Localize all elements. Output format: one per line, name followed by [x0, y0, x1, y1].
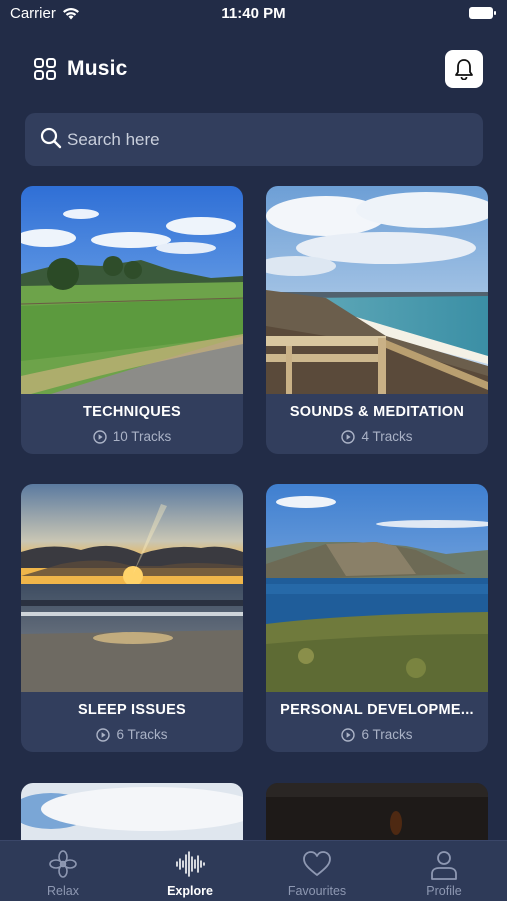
clock: 11:40 PM — [221, 5, 286, 22]
category-image — [266, 484, 488, 692]
track-count-label: 6 Tracks — [361, 727, 413, 742]
tab-label: Relax — [47, 884, 79, 898]
search-bar[interactable] — [25, 113, 483, 166]
card-track-count: 4 Tracks — [266, 429, 488, 444]
tab-profile[interactable]: Profile — [381, 841, 507, 901]
category-card-partial[interactable] — [266, 783, 488, 840]
card-track-count: 6 Tracks — [266, 727, 488, 742]
play-circle-icon — [93, 429, 107, 444]
tab-favourites[interactable]: Favourites — [254, 841, 380, 901]
card-title: SOUNDS & MEDITATION — [289, 404, 465, 420]
card-title: PERSONAL DEVELOPME... — [280, 702, 474, 718]
play-circle-icon — [341, 429, 356, 444]
category-card-partial[interactable] — [21, 783, 243, 840]
bell-icon — [455, 59, 473, 80]
category-card-techniques[interactable]: TECHNIQUES 10 Tracks — [21, 186, 243, 454]
grid-menu-icon[interactable] — [34, 58, 56, 80]
card-title: SLEEP ISSUES — [77, 702, 187, 718]
category-card-personal-development[interactable]: PERSONAL DEVELOPME... 6 Tracks — [266, 484, 488, 752]
category-image — [266, 186, 488, 394]
track-count-label: 6 Tracks — [116, 727, 168, 742]
play-circle-icon — [96, 727, 111, 742]
tab-relax[interactable]: Relax — [0, 841, 126, 901]
header: Music — [0, 48, 507, 92]
card-track-count: 10 Tracks — [21, 429, 243, 444]
page-title: Music — [67, 57, 128, 80]
battery-icon — [469, 7, 496, 19]
tab-label: Profile — [426, 884, 462, 898]
category-image — [266, 783, 488, 840]
tab-label: Explore — [167, 884, 213, 898]
category-image — [21, 484, 243, 692]
track-count-label: 4 Tracks — [361, 429, 413, 444]
category-card-sounds-meditation[interactable]: SOUNDS & MEDITATION 4 Tracks — [266, 186, 488, 454]
soundwave-icon — [176, 851, 205, 877]
category-image — [21, 783, 243, 840]
search-input[interactable] — [67, 113, 467, 166]
tab-label: Favourites — [287, 884, 347, 898]
play-circle-icon — [341, 727, 356, 742]
card-title: TECHNIQUES — [82, 404, 182, 420]
person-icon — [431, 851, 457, 880]
status-bar: Carrier 11:40 PM — [0, 0, 507, 28]
card-track-count: 6 Tracks — [21, 727, 243, 742]
heart-icon — [303, 851, 331, 876]
category-image — [21, 186, 243, 394]
flower-icon — [49, 850, 77, 878]
tab-explore[interactable]: Explore — [127, 841, 253, 901]
track-count-label: 10 Tracks — [112, 429, 172, 444]
tab-bar: Relax Explore Favourites Profile — [0, 840, 507, 901]
category-card-sleep-issues[interactable]: SLEEP ISSUES 6 Tracks — [21, 484, 243, 752]
search-icon — [40, 127, 62, 149]
category-grid: TECHNIQUES 10 Tracks SOUNDS & MEDITATION… — [0, 186, 507, 840]
notifications-button[interactable] — [445, 50, 483, 88]
